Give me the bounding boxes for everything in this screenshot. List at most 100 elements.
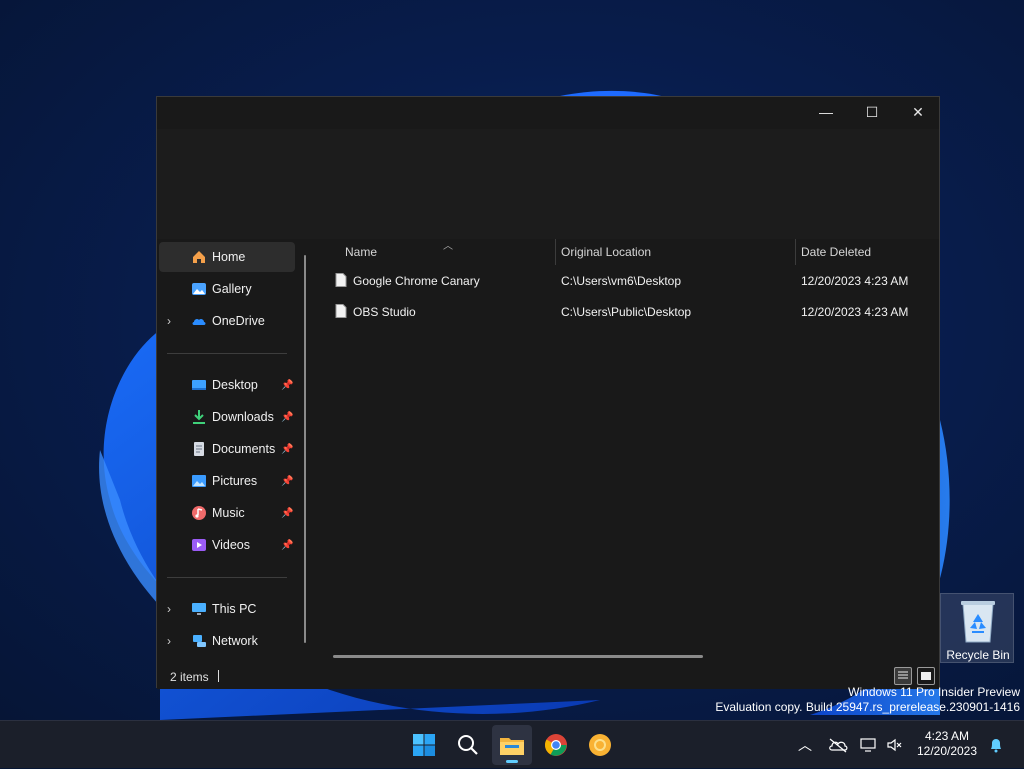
pictures-icon <box>191 473 207 489</box>
original-location: C:\Users\Public\Desktop <box>561 305 692 319</box>
navigation-pane: Home Gallery › OneDrive Desktop 📌 Downlo… <box>157 239 309 663</box>
nav-item-label: Downloads <box>212 410 274 424</box>
nav-item-label: Network <box>212 634 258 648</box>
nav-item-network[interactable]: › Network <box>159 626 295 656</box>
this-pc-icon <box>191 601 207 617</box>
gallery-icon <box>191 281 207 297</box>
recycle-bin-window: — ☐ ✕ Home Gallery › OneDrive Desktop 📌 … <box>156 96 940 689</box>
home-icon <box>191 249 207 265</box>
file-explorer-icon <box>500 738 524 755</box>
file-icon <box>335 304 347 318</box>
volume-muted-icon <box>887 738 902 752</box>
nav-item-desktop[interactable]: Desktop 📌 <box>159 370 295 400</box>
chevron-right-icon[interactable]: › <box>167 602 171 616</box>
nav-item-documents[interactable]: Documents 📌 <box>159 434 295 464</box>
downloads-icon <box>191 409 207 425</box>
clock[interactable]: 4:23 AM 12/20/2023 <box>912 729 982 759</box>
nav-item-label: Documents <box>212 442 276 456</box>
recycle-bin-label: Recycle Bin <box>946 648 1010 662</box>
search-icon <box>458 735 478 755</box>
nav-divider <box>167 577 287 578</box>
chrome-button[interactable] <box>536 725 576 765</box>
nav-item-gallery[interactable]: Gallery <box>159 274 295 304</box>
pin-icon[interactable]: 📌 <box>281 476 293 487</box>
network-icon <box>191 633 207 649</box>
watermark-line-1: Windows 11 Pro Insider Preview <box>848 685 1020 699</box>
details-view-button[interactable] <box>894 667 912 685</box>
nav-item-label: Videos <box>212 538 250 552</box>
column-header-original-location[interactable]: Original Location <box>561 245 651 259</box>
start-button[interactable] <box>404 725 444 765</box>
music-icon <box>191 505 207 521</box>
maximize-button[interactable]: ☐ <box>849 97 895 127</box>
cloud-offline-icon <box>829 738 848 753</box>
bell-icon <box>991 739 1001 753</box>
nav-item-label: Music <box>212 506 245 520</box>
chrome-canary-icon <box>589 734 611 756</box>
network-status-button[interactable] <box>860 721 878 769</box>
chevron-up-icon: ︿ <box>798 737 812 753</box>
pin-icon[interactable]: 📌 <box>281 444 293 455</box>
file-name: Google Chrome Canary <box>353 274 480 288</box>
item-count: 2 items <box>170 670 209 684</box>
recycle-bin-desktop-icon[interactable]: Recycle Bin <box>940 593 1014 663</box>
nav-divider <box>167 353 287 354</box>
column-header-name[interactable]: Name <box>345 245 377 259</box>
nav-item-pictures[interactable]: Pictures 📌 <box>159 466 295 496</box>
nav-item-label: Desktop <box>212 378 258 392</box>
file-list: ︿ Name Original Location Date Deleted Go… <box>315 239 939 663</box>
date-deleted: 12/20/2023 4:23 AM <box>801 274 909 288</box>
recycle-bin-icon <box>961 601 995 643</box>
desktop-folder-icon <box>191 377 207 393</box>
nav-item-onedrive[interactable]: › OneDrive <box>159 306 295 336</box>
file-icon <box>335 273 347 287</box>
nav-item-label: Home <box>212 250 246 264</box>
nav-item-videos[interactable]: Videos 📌 <box>159 530 295 560</box>
network-status-icon <box>860 738 876 752</box>
toolbar-area <box>157 129 939 239</box>
pin-icon[interactable]: 📌 <box>281 540 293 551</box>
pin-icon[interactable]: 📌 <box>281 508 293 519</box>
chrome-icon <box>545 734 567 756</box>
file-name: OBS Studio <box>353 305 416 319</box>
date-deleted: 12/20/2023 4:23 AM <box>801 305 909 319</box>
nav-item-downloads[interactable]: Downloads 📌 <box>159 402 295 432</box>
chevron-right-icon[interactable]: › <box>167 634 171 648</box>
nav-item-home[interactable]: Home <box>159 242 295 272</box>
nav-item-label: Gallery <box>212 282 252 296</box>
table-row[interactable]: OBS Studio C:\Users\Public\Desktop 12/20… <box>329 298 935 326</box>
chevron-right-icon[interactable]: › <box>167 314 171 328</box>
pin-icon[interactable]: 📌 <box>281 380 293 391</box>
close-button[interactable]: ✕ <box>895 97 941 127</box>
notifications-button[interactable] <box>988 721 1004 769</box>
nav-scrollbar[interactable] <box>304 255 306 643</box>
horizontal-scrollbar[interactable] <box>333 655 703 658</box>
large-icons-view-button[interactable] <box>917 667 935 685</box>
column-header-date-deleted[interactable]: Date Deleted <box>801 245 871 259</box>
start-icon <box>413 734 435 756</box>
onedrive-icon <box>191 313 207 329</box>
nav-item-music[interactable]: Music 📌 <box>159 498 295 528</box>
onedrive-status-button[interactable] <box>828 721 848 769</box>
status-divider <box>218 670 219 682</box>
column-divider[interactable] <box>555 239 556 265</box>
column-divider[interactable] <box>795 239 796 265</box>
search-button[interactable] <box>448 725 488 765</box>
title-bar[interactable]: — ☐ ✕ <box>157 97 939 129</box>
nav-item-label: This PC <box>212 602 257 616</box>
evaluation-watermark: Windows 11 Pro Insider Preview Evaluatio… <box>715 685 1020 715</box>
details-view-icon <box>898 671 908 679</box>
videos-icon <box>191 537 207 553</box>
chrome-canary-button[interactable] <box>580 725 620 765</box>
documents-icon <box>191 441 207 457</box>
minimize-button[interactable]: — <box>803 97 849 127</box>
taskbar: ︿ 4:23 AM 12/20/2023 <box>0 720 1024 768</box>
sort-ascending-icon: ︿ <box>443 241 453 252</box>
show-hidden-icons-button[interactable]: ︿ <box>798 721 812 769</box>
large-icons-view-icon <box>921 672 931 680</box>
pin-icon[interactable]: 📌 <box>281 412 293 423</box>
table-row[interactable]: Google Chrome Canary C:\Users\vm6\Deskto… <box>329 267 935 295</box>
nav-item-this-pc[interactable]: › This PC <box>159 594 295 624</box>
file-explorer-button[interactable] <box>492 725 532 765</box>
volume-button[interactable] <box>886 721 904 769</box>
